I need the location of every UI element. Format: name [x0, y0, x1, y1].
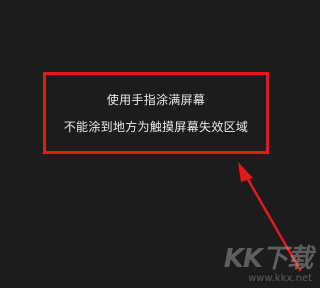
- watermark-logo: KK下载: [223, 244, 313, 274]
- watermark-url: www.kkx.net: [248, 273, 312, 284]
- touch-test-screen[interactable]: 使用手指涂满屏幕 不能涂到地方为触摸屏幕失效区域 KK下载 www.kkx.ne…: [0, 0, 320, 288]
- watermark: KK下载 www.kkx.net: [223, 244, 313, 285]
